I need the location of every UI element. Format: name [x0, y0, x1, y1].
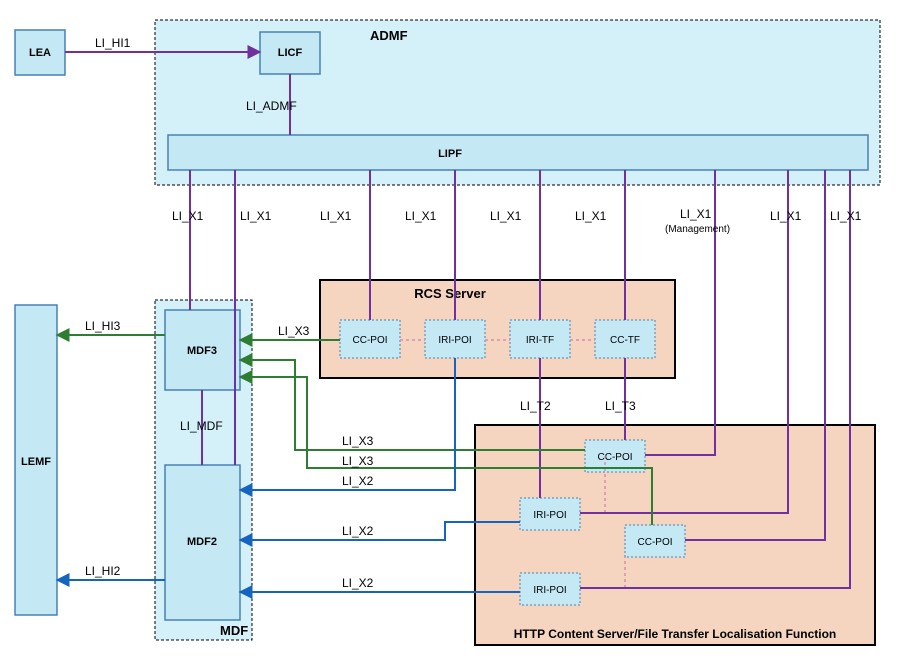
li-x3-1-label: LI_X3: [278, 324, 310, 338]
rcs-iri-tf-label: IRI-TF: [526, 335, 554, 346]
li-t3-label: LI_T3: [605, 399, 636, 413]
li-x1-5-label: LI_X1: [490, 209, 522, 223]
li-admf-label: LI_ADMF: [246, 99, 297, 113]
li-x3-3-label: LI_X3: [342, 454, 374, 468]
lea-label: LEA: [29, 47, 51, 59]
mdf3-label: MDF3: [187, 345, 217, 357]
mdf-title: MDF: [220, 623, 248, 638]
li-x3-2-label: LI_X3: [342, 434, 374, 448]
li-x2-2-label: LI_X2: [342, 524, 374, 538]
li-x1-6-label: LI_X1: [575, 209, 607, 223]
http-iri-poi-1-label: IRI-POI: [533, 510, 566, 521]
admf-title: ADMF: [370, 28, 408, 43]
li-x1-4-label: LI_X1: [405, 209, 437, 223]
rcs-title: RCS Server: [414, 286, 486, 301]
http-cc-poi-2-label: CC-POI: [638, 537, 673, 548]
li-mdf-label: LI_MDF: [180, 419, 223, 433]
lipf-box: [168, 135, 868, 170]
lipf-label: LIPF: [438, 148, 462, 160]
li-x1-7-labelb: (Management): [665, 224, 730, 235]
li-x2-3-label: LI_X2: [342, 576, 374, 590]
http-iri-poi-2-label: IRI-POI: [533, 585, 566, 596]
rcs-iri-poi-label: IRI-POI: [438, 335, 471, 346]
licf-label: LICF: [278, 47, 303, 59]
li-x1-1-label: LI_X1: [172, 209, 204, 223]
li-x1-3-label: LI_X1: [320, 209, 352, 223]
li-x1-2-label: LI_X1: [240, 209, 272, 223]
mdf2-label: MDF2: [187, 536, 217, 548]
li-x1-7-labela: LI_X1: [680, 207, 712, 221]
li-hi3-label: LI_HI3: [85, 319, 121, 333]
li-x1-8-label: LI_X1: [770, 209, 802, 223]
li-x2-1-label: LI_X2: [342, 474, 374, 488]
rcs-cc-tf-label: CC-TF: [610, 335, 640, 346]
http-title: HTTP Content Server/File Transfer Locali…: [514, 627, 837, 641]
li-hi1-label: LI_HI1: [95, 36, 131, 50]
rcs-cc-poi-label: CC-POI: [353, 335, 388, 346]
li-x1-910-label: LI_X1: [830, 209, 862, 223]
li-hi2-label: LI_HI2: [85, 564, 121, 578]
http-cc-poi-1-label: CC-POI: [598, 452, 633, 463]
lemf-label: LEMF: [21, 456, 51, 468]
li-t2-label: LI_T2: [520, 399, 551, 413]
